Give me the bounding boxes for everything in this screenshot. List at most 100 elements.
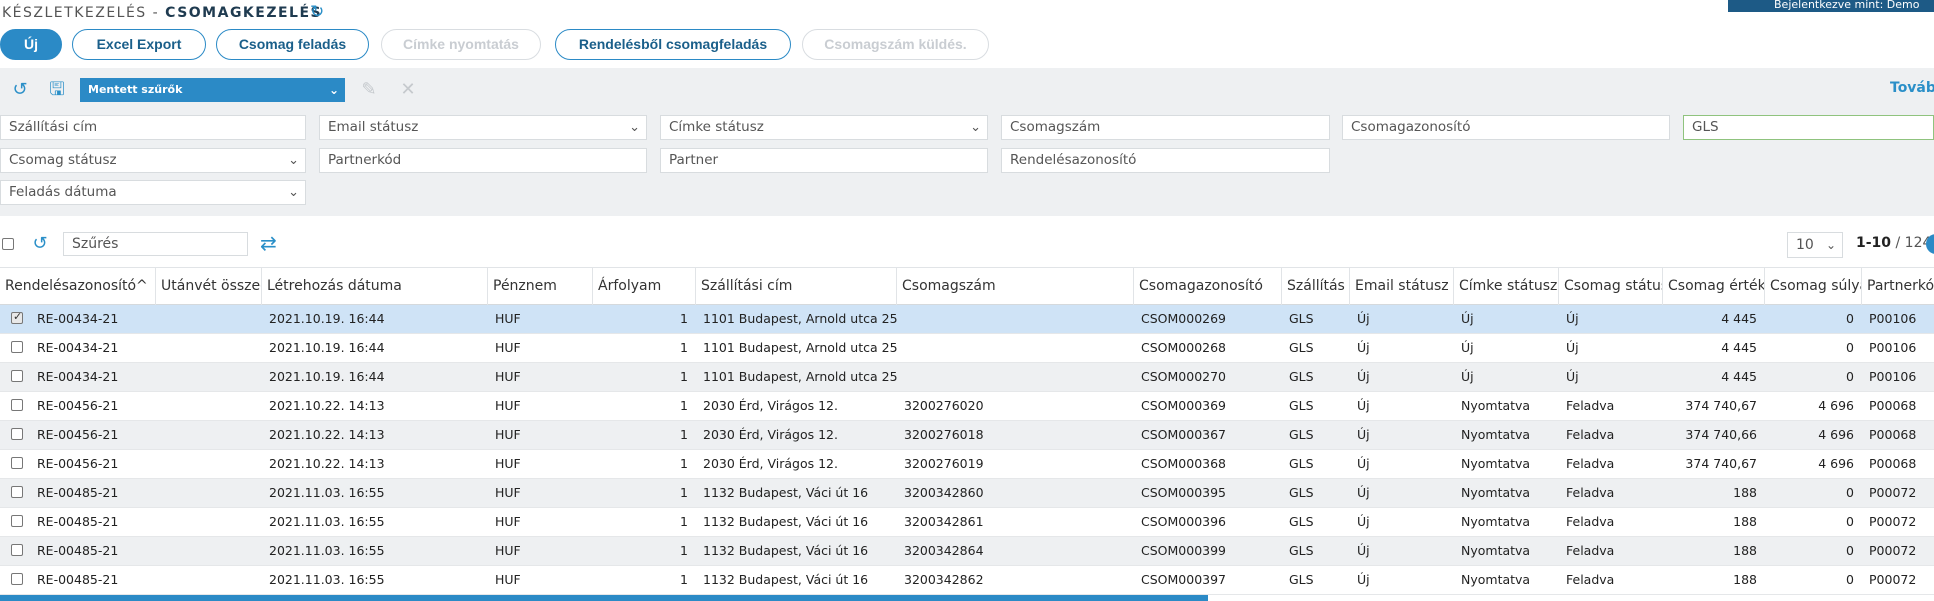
reset-filter-icon[interactable]: ↺ [8, 79, 32, 101]
row-checkbox[interactable] [11, 370, 23, 382]
row-checkbox[interactable] [11, 544, 23, 556]
package-status-select[interactable]: Csomag státusz ⌄ [0, 148, 306, 173]
col-carrier-cell: GLS [1289, 456, 1314, 471]
partner-code-field[interactable]: Partnerkód [319, 148, 647, 173]
col-label-status-header[interactable]: Címke státusz [1454, 268, 1559, 305]
grid-header: Rendelésazonosító^ Utánvét összeg Létrehoz… [0, 267, 1934, 305]
row-checkbox[interactable] [11, 310, 23, 324]
order-id-field[interactable]: Rendelésazonosító [1001, 148, 1330, 173]
label-status-select[interactable]: Címke státusz ⌄ [660, 115, 988, 140]
col-package-weight-cell: 4 696 [1818, 456, 1854, 471]
col-order-id-header[interactable]: Rendelésazonosító^ [0, 268, 156, 305]
col-exchange-rate-cell: 1 [680, 514, 688, 529]
table-row[interactable]: RE-00485-21 2021.11.03. 16:55 HUF 1 1132 Bud… [0, 479, 1934, 508]
row-checkbox[interactable] [11, 428, 23, 440]
col-carrier-cell: GLS [1289, 398, 1314, 413]
col-carrier-header[interactable]: Szállítás [1282, 268, 1350, 305]
table-row[interactable]: RE-00485-21 2021.11.03. 16:55 HUF 1 1132 Bud… [0, 566, 1934, 595]
table-row[interactable]: RE-00456-21 2021.10.22. 14:13 HUF 1 2030 Érd… [0, 392, 1934, 421]
shipping-address-field[interactable]: Szállítási cím [0, 115, 306, 140]
label-print-button[interactable]: Címke nyomtatás [381, 29, 541, 60]
col-cod-amount-cell [156, 479, 262, 507]
col-shipping-address-cell: 1132 Budapest, Váci út 16 [703, 514, 869, 529]
col-package-number-cell [897, 363, 1134, 391]
row-checkbox[interactable] [11, 573, 23, 585]
col-package-value-cell: 188 [1733, 572, 1757, 587]
col-exchange-rate-header[interactable]: Árfolyam [593, 268, 696, 305]
edit-icon[interactable]: ✎ [358, 79, 380, 101]
col-shipping-address-cell: 2030 Érd, Virágos 12. [703, 427, 838, 442]
horizontal-scrollbar[interactable] [0, 595, 1208, 601]
package-number-field[interactable]: Csomagszám [1001, 115, 1330, 140]
package-number-send-button[interactable]: Csomagszám küldés. [802, 29, 989, 60]
col-label-status-cell: Új [1461, 340, 1474, 355]
col-package-id-cell: CSOM000395 [1141, 485, 1227, 500]
col-cod-amount-cell [156, 305, 262, 333]
col-package-status-cell: Új [1566, 369, 1579, 384]
partner-field[interactable]: Partner [660, 148, 988, 173]
breadcrumb-parent[interactable]: KÉSZLETKEZELÉS [2, 5, 147, 21]
col-exchange-rate-cell: 1 [680, 456, 688, 471]
col-package-status-header[interactable]: Csomag státusz [1559, 268, 1663, 305]
email-status-select[interactable]: Email státusz ⌄ [319, 115, 647, 140]
ship-date-select[interactable]: Feladás dátuma ⌄ [0, 180, 306, 205]
col-label-status-cell: Új [1461, 311, 1474, 326]
table-row[interactable]: RE-00434-21 2021.10.19. 16:44 HUF 1 1101 Bud… [0, 334, 1934, 363]
saved-filters-select[interactable]: Mentett szűrők ⌄ [80, 78, 345, 102]
select-all-checkbox[interactable] [2, 238, 14, 250]
table-row[interactable]: RE-00456-21 2021.10.22. 14:13 HUF 1 2030 Érd… [0, 421, 1934, 450]
col-email-status-header[interactable]: Email státusz [1350, 268, 1454, 305]
col-package-number-header[interactable]: Csomagszám [897, 268, 1134, 305]
save-icon[interactable]: 🖫 [45, 79, 69, 101]
page-size-select[interactable]: 10 ⌄ [1787, 232, 1843, 258]
table-row[interactable]: RE-00485-21 2021.11.03. 16:55 HUF 1 1132 Bud… [0, 508, 1934, 537]
col-label-status-cell: Nyomtatva [1461, 572, 1531, 587]
col-package-status-cell: Feladva [1566, 543, 1615, 558]
ship-date-label: Feladás dátuma [9, 184, 117, 200]
order-package-send-button[interactable]: Rendelésből csomagfeladás [555, 29, 791, 60]
col-partner-code-header[interactable]: Partnerkód [1862, 268, 1934, 305]
col-package-value-header[interactable]: Csomag érték [1663, 268, 1765, 305]
col-email-status-cell: Új [1357, 514, 1370, 529]
col-package-value-cell: 188 [1733, 543, 1757, 558]
delete-icon[interactable]: ✕ [397, 79, 419, 101]
col-carrier-cell: GLS [1289, 340, 1314, 355]
col-label-status-cell: Nyomtatva [1461, 485, 1531, 500]
col-email-status-cell: Új [1357, 369, 1370, 384]
col-currency-header[interactable]: Pénznem [488, 268, 593, 305]
row-checkbox[interactable] [11, 486, 23, 498]
col-shipping-address-cell: 2030 Érd, Virágos 12. [703, 398, 838, 413]
col-package-value-cell: 374 740,67 [1685, 456, 1757, 471]
col-order-id-cell: RE-00485-21 [37, 543, 119, 558]
package-send-button[interactable]: Csomag feladás [216, 29, 369, 60]
search-input[interactable]: Szűrés [63, 232, 248, 256]
next-page-button[interactable] [1926, 234, 1934, 254]
row-checkbox[interactable] [11, 515, 23, 527]
reload-icon[interactable]: ↺ [28, 233, 52, 255]
table-row[interactable]: RE-00434-21 2021.10.19. 16:44 HUF 1 1101 Bud… [0, 305, 1934, 334]
col-currency-cell: HUF [495, 543, 521, 558]
col-cod-amount-cell [156, 566, 262, 594]
carrier-field[interactable]: GLS [1683, 115, 1934, 140]
swap-columns-icon[interactable]: ⇄ [260, 231, 277, 255]
more-link[interactable]: Tovább [1890, 80, 1934, 96]
col-created-date-cell: 2021.11.03. 16:55 [269, 514, 385, 529]
table-row[interactable]: RE-00434-21 2021.10.19. 16:44 HUF 1 1101 Bud… [0, 363, 1934, 392]
table-row[interactable]: RE-00485-21 2021.11.03. 16:55 HUF 1 1132 Bud… [0, 537, 1934, 566]
refresh-icon[interactable]: ↻ [310, 2, 330, 22]
col-package-id-header[interactable]: Csomagazonosító [1134, 268, 1282, 305]
row-checkbox[interactable] [11, 399, 23, 411]
col-currency-cell: HUF [495, 456, 521, 471]
col-created-date-header[interactable]: Létrehozás dátuma [262, 268, 488, 305]
col-package-number-cell [897, 334, 1134, 362]
col-cod-amount-header[interactable]: Utánvét összeg [156, 268, 262, 305]
col-package-status-cell: Feladva [1566, 456, 1615, 471]
new-button[interactable]: Új [0, 29, 62, 60]
col-shipping-address-header[interactable]: Szállítási cím [696, 268, 897, 305]
row-checkbox[interactable] [11, 341, 23, 353]
col-package-weight-header[interactable]: Csomag súlya [1765, 268, 1862, 305]
package-id-field[interactable]: Csomagazonosító [1342, 115, 1670, 140]
row-checkbox[interactable] [11, 457, 23, 469]
excel-export-button[interactable]: Excel Export [72, 29, 206, 60]
table-row[interactable]: RE-00456-21 2021.10.22. 14:13 HUF 1 2030 Érd… [0, 450, 1934, 479]
